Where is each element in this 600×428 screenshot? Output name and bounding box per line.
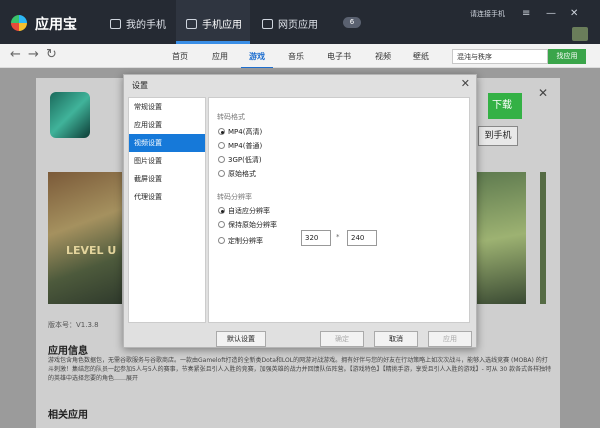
sidebar-item-general[interactable]: 常规设置 [129, 98, 205, 116]
default-settings-button[interactable]: 默认设置 [216, 331, 266, 347]
cat-music[interactable]: 音乐 [288, 51, 304, 62]
cat-wallpaper[interactable]: 壁纸 [413, 51, 429, 62]
download-button[interactable]: 下载 [488, 93, 522, 119]
screenshot-caption: LEVEL U [66, 244, 117, 257]
times-sign: * [336, 233, 340, 241]
cat-apps[interactable]: 应用 [212, 51, 228, 62]
screenshot-image[interactable] [540, 172, 546, 304]
forward-arrow-icon[interactable]: → [28, 47, 39, 62]
radio-checked-icon [218, 128, 225, 135]
phone-icon [110, 19, 121, 29]
app-name: 应用宝 [35, 17, 77, 33]
screenshot-image[interactable] [48, 172, 122, 304]
resolution-option[interactable]: 保持原始分辨率 [218, 220, 277, 230]
send-to-phone-button[interactable]: 到手机 [478, 126, 518, 146]
title-bar: 应用宝 我的手机 手机应用 网页应用 6 请连接手机 ≡ — ✕ [0, 0, 600, 44]
tab-my-phone[interactable]: 我的手机 [110, 0, 174, 44]
sidebar-item-screenshot[interactable]: 截屏设置 [129, 170, 205, 188]
resolution-option[interactable]: 定制分辨率 [218, 236, 263, 246]
tab-phone-apps[interactable]: 手机应用 [176, 0, 250, 44]
menu-button[interactable]: ≡ [522, 8, 530, 19]
refresh-icon[interactable]: ↻ [46, 47, 57, 62]
settings-dialog: 设置 ✕ 常规设置 应用设置 视频设置 图片设置 截屏设置 代理设置 转码格式 … [123, 74, 477, 348]
video-settings-panel: 转码格式 MP4(高清) MP4(普通) 3GP(低清) 原始格式 转码分辨率 … [208, 97, 470, 323]
sidebar-item-video[interactable]: 视频设置 [129, 134, 205, 152]
version-label: 版本号：V1.3.8 [48, 321, 99, 329]
format-option[interactable]: MP4(高清) [218, 127, 262, 137]
app-logo-icon [8, 12, 30, 34]
cat-ebook[interactable]: 电子书 [327, 51, 351, 62]
info-description: 游戏包含角色数据包，无需谷歌服务与谷歌商店。一款由Gameloft打造的全新类D… [48, 357, 552, 382]
apply-button[interactable]: 应用 [428, 331, 472, 347]
related-heading: 相关应用 [48, 410, 88, 421]
width-input[interactable]: 320 [301, 230, 331, 246]
resolution-option[interactable]: 自适应分辨率 [218, 206, 270, 216]
ok-button[interactable]: 确定 [320, 331, 364, 347]
avatar[interactable] [572, 27, 588, 41]
radio-icon [218, 142, 225, 149]
sidebar-item-proxy[interactable]: 代理设置 [129, 188, 205, 206]
settings-sidebar: 常规设置 应用设置 视频设置 图片设置 截屏设置 代理设置 [128, 97, 206, 323]
dialog-title: 设置 [132, 81, 148, 90]
connect-phone-link[interactable]: 请连接手机 [470, 9, 505, 19]
cat-video[interactable]: 视频 [375, 51, 391, 62]
close-icon[interactable]: ✕ [538, 86, 548, 100]
cancel-button[interactable]: 取消 [374, 331, 418, 347]
sidebar-item-image[interactable]: 图片设置 [129, 152, 205, 170]
web-icon [262, 19, 273, 29]
close-button[interactable]: ✕ [570, 8, 578, 19]
count-badge: 6 [343, 17, 361, 28]
radio-icon [218, 170, 225, 177]
format-group-label: 转码格式 [217, 113, 245, 121]
close-icon[interactable]: ✕ [461, 77, 470, 90]
format-option[interactable]: MP4(普通) [218, 141, 262, 151]
height-input[interactable]: 240 [347, 230, 377, 246]
screenshot-image[interactable] [474, 172, 526, 304]
format-option[interactable]: 3GP(低清) [218, 155, 262, 165]
radio-icon [218, 221, 225, 228]
format-option[interactable]: 原始格式 [218, 169, 256, 179]
cat-game[interactable]: 游戏 [241, 51, 273, 69]
app-icon [50, 92, 90, 138]
tab-web-apps[interactable]: 网页应用 [262, 0, 332, 44]
radio-icon [218, 237, 225, 244]
cat-home[interactable]: 首页 [172, 51, 188, 62]
apps-icon [186, 19, 197, 29]
sidebar-item-apps[interactable]: 应用设置 [129, 116, 205, 134]
minimize-button[interactable]: — [546, 8, 556, 19]
info-heading: 应用信息 [48, 346, 88, 357]
back-arrow-icon[interactable]: ← [10, 47, 21, 62]
search-button[interactable]: 找应用 [548, 49, 586, 64]
search-input[interactable]: 混沌与秩序 [452, 49, 548, 64]
radio-icon [218, 156, 225, 163]
resolution-group-label: 转码分辨率 [217, 193, 252, 201]
radio-checked-icon [218, 207, 225, 214]
